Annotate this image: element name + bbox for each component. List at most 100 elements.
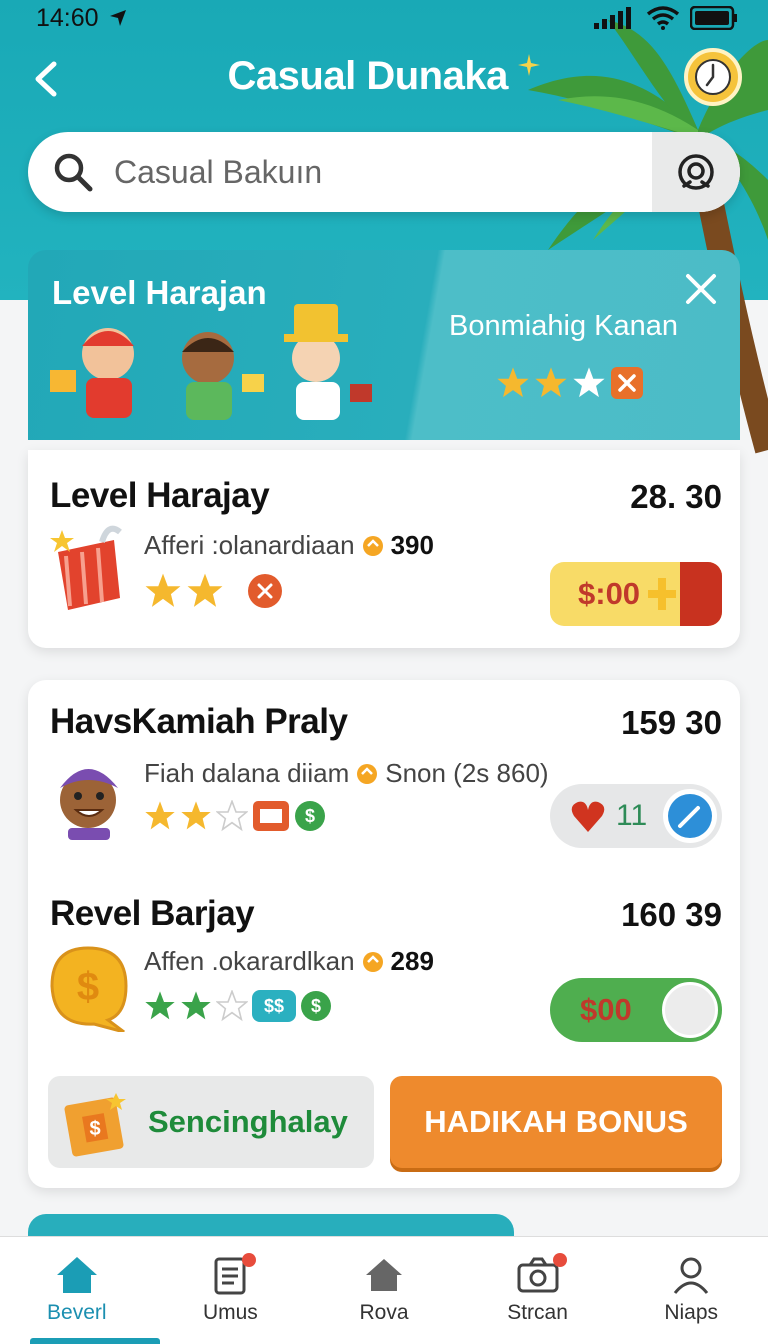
nav-label: Umus bbox=[202, 1301, 258, 1324]
nav-item-beverl[interactable]: Beverl bbox=[0, 1237, 160, 1344]
toggle-knob bbox=[662, 982, 718, 1038]
row-desc-amount: 390 bbox=[390, 530, 434, 560]
close-icon[interactable] bbox=[684, 272, 718, 306]
nav-item-rova[interactable]: Rova bbox=[307, 1237, 461, 1344]
coin-icon bbox=[362, 535, 383, 556]
row-value: 28. 30 bbox=[630, 478, 722, 515]
clock-button[interactable] bbox=[684, 48, 742, 106]
nav-item-umus[interactable]: Umus bbox=[154, 1237, 308, 1344]
star-empty-icon bbox=[573, 367, 605, 398]
row-description: Afferi :olanardiaan 390 bbox=[144, 530, 434, 561]
level-card[interactable]: Level Harajay 28. 30 Afferi :olanardiaan… bbox=[28, 450, 740, 648]
claim-button-label: $:00 bbox=[578, 576, 641, 611]
status-time: 14:60 bbox=[36, 4, 127, 33]
search-icon bbox=[54, 153, 93, 192]
star-filled-icon bbox=[145, 573, 181, 607]
clock-icon bbox=[695, 59, 731, 95]
notification-badge bbox=[241, 1253, 256, 1267]
nav-item-niaps[interactable]: Niaps bbox=[614, 1237, 768, 1344]
banner-rating bbox=[496, 366, 644, 400]
status-icons bbox=[594, 6, 738, 30]
secondary-button[interactable]: $ Sencinghalay bbox=[48, 1076, 374, 1168]
star-filled-icon bbox=[181, 991, 211, 1020]
scan-button[interactable] bbox=[652, 132, 740, 212]
row-desc-amount: Snon (2s 860) bbox=[385, 758, 549, 788]
kids-illustration bbox=[50, 304, 372, 420]
cash-badge: $$ bbox=[252, 990, 296, 1022]
edit-icon[interactable] bbox=[661, 787, 719, 845]
avatar bbox=[60, 769, 118, 840]
svg-text:$: $ bbox=[311, 996, 321, 1016]
bonus-toggle[interactable]: 11 bbox=[550, 784, 722, 848]
star-empty-icon bbox=[216, 990, 248, 1022]
bottom-navigation: Beverl Umus Rova Strcan Niaps bbox=[0, 1236, 768, 1344]
dollar-bubble-icon: $ bbox=[50, 946, 128, 1032]
bonus-button-label: HADIKAH BONUS bbox=[424, 1104, 688, 1139]
coin-icon bbox=[362, 951, 383, 972]
location-icon bbox=[109, 10, 126, 26]
dollar-coin-icon: $ bbox=[295, 801, 325, 831]
active-tab-indicator bbox=[30, 1338, 160, 1344]
secondary-button-label: Sencinghalay bbox=[148, 1104, 348, 1139]
star-filled-icon bbox=[187, 573, 223, 607]
row-description: Affen .okarardlkan 289 bbox=[144, 946, 434, 977]
nav-item-strcan[interactable]: Strcan bbox=[461, 1237, 615, 1344]
row-desc-amount: 289 bbox=[390, 946, 434, 976]
promo-banner[interactable]: Level Harajan Bonmiahig Kanan bbox=[28, 250, 740, 440]
status-time-text: 14:60 bbox=[36, 3, 99, 32]
search-bar bbox=[28, 132, 740, 212]
home-icon bbox=[56, 1257, 97, 1293]
star-filled-icon bbox=[145, 991, 175, 1020]
star-filled-icon bbox=[535, 367, 567, 398]
row-desc-text: Affen .okarardlkan bbox=[144, 946, 355, 976]
bonus-toggle-label: 11 bbox=[616, 799, 648, 832]
scan-icon bbox=[678, 154, 714, 190]
page-title: Casual Dunaka bbox=[0, 54, 768, 99]
row-rating: $$ $ bbox=[144, 990, 332, 1022]
close-badge-icon bbox=[611, 367, 643, 399]
page-title-text: Casual Dunaka bbox=[227, 54, 509, 98]
svg-text:$: $ bbox=[89, 1118, 100, 1140]
star-filled-icon bbox=[145, 801, 175, 830]
search-input[interactable] bbox=[114, 153, 652, 191]
banner-subtitle: Bonmiahig Kanan bbox=[449, 310, 678, 342]
ticket-icon bbox=[253, 801, 289, 831]
star-empty-icon bbox=[216, 800, 248, 832]
cash-toggle-label: $00 bbox=[580, 992, 632, 1027]
row-title: HavsKamiah Praly bbox=[50, 702, 348, 741]
row-title: Revel Barjay bbox=[50, 894, 255, 933]
signal-icon bbox=[594, 7, 631, 29]
close-circle-icon bbox=[248, 574, 282, 608]
row-rating: $ bbox=[144, 800, 326, 832]
row-value: 160 39 bbox=[621, 896, 722, 933]
gift-bucket-icon bbox=[50, 525, 122, 610]
nav-label: Rova bbox=[359, 1301, 409, 1324]
nav-label: Niaps bbox=[664, 1301, 719, 1324]
nav-label: Beverl bbox=[47, 1301, 107, 1324]
claim-button-accent bbox=[680, 562, 722, 626]
dollar-coin-icon: $ bbox=[301, 991, 331, 1021]
svg-text:$: $ bbox=[305, 806, 315, 826]
bonus-button[interactable]: HADIKAH BONUS bbox=[390, 1076, 722, 1168]
wifi-icon bbox=[646, 6, 680, 30]
rewards-card: HavsKamiah Praly 159 30 Fiah dalana diia… bbox=[28, 680, 740, 1188]
row-desc-text: Fiah dalana diiam bbox=[144, 758, 350, 788]
star-filled-icon bbox=[497, 367, 529, 398]
row-rating bbox=[144, 572, 284, 610]
svg-text:$: $ bbox=[77, 965, 99, 1009]
claim-button[interactable]: $:00 bbox=[550, 562, 722, 626]
house-icon bbox=[365, 1259, 402, 1291]
user-icon bbox=[674, 1257, 709, 1294]
row-description: Fiah dalana diiam Snon (2s 860) bbox=[144, 758, 549, 789]
coin-icon bbox=[357, 763, 378, 784]
notification-badge bbox=[552, 1253, 567, 1267]
cash-toggle[interactable]: $00 bbox=[550, 978, 722, 1042]
battery-icon bbox=[690, 6, 737, 30]
gift-box-icon: $ bbox=[64, 1093, 126, 1157]
status-bar: 14:60 bbox=[0, 0, 768, 36]
nav-label: Strcan bbox=[507, 1301, 568, 1324]
row-desc-text: Afferi :olanardiaan bbox=[144, 530, 355, 560]
plus-icon bbox=[648, 578, 677, 610]
sparkle-icon bbox=[518, 54, 541, 76]
row-title: Level Harajay bbox=[50, 476, 270, 515]
